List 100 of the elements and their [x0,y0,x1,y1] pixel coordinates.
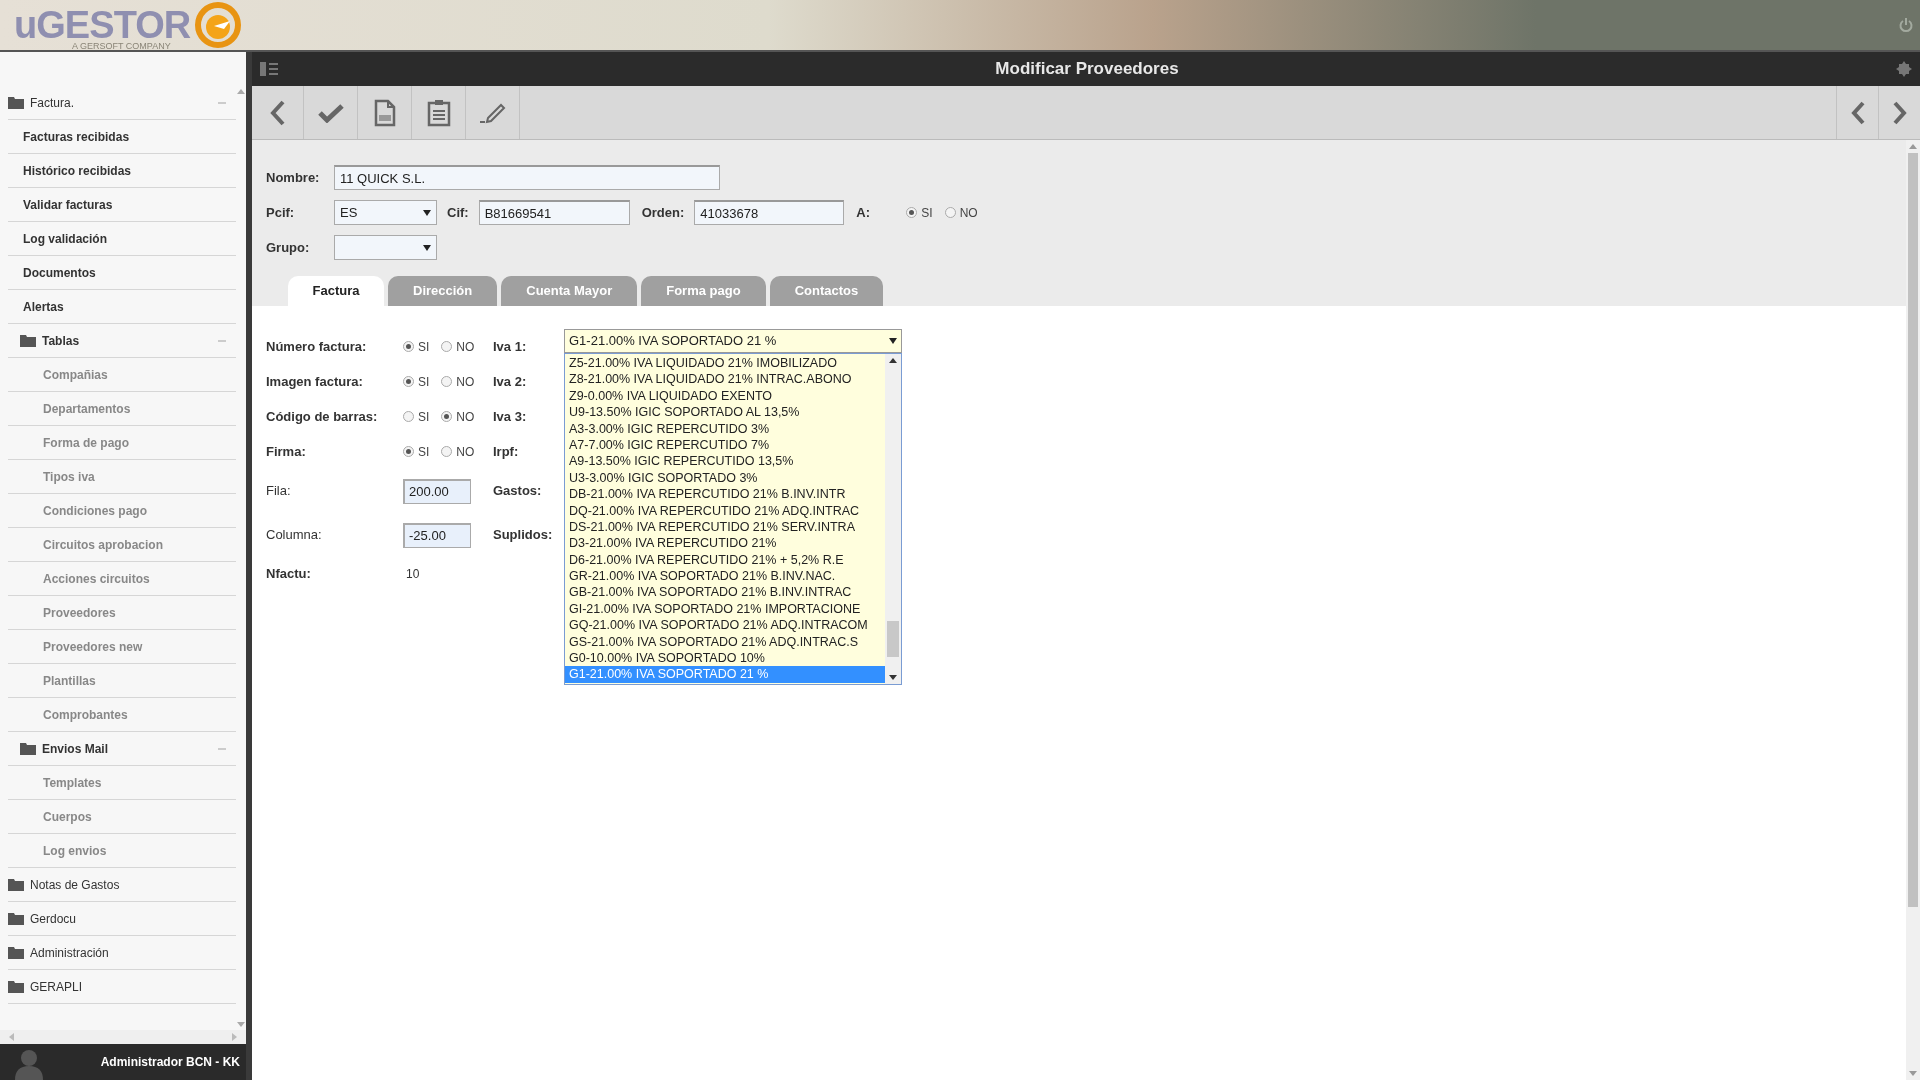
country-select[interactable]: ES [334,200,437,225]
dropdown-option[interactable]: GQ-21.00% IVA SOPORTADO 21% ADQ.INTRACOM [565,617,885,634]
dropdown-arrow-icon [889,338,897,344]
folder-icon [8,980,24,993]
move-icon[interactable] [1896,61,1912,77]
radio-button[interactable] [441,376,453,387]
order-input[interactable]: 41033678 [694,200,845,225]
scroll-up-icon[interactable] [889,358,897,363]
sidebar-folder[interactable]: GERAPLI [8,970,236,1004]
dropdown-option[interactable]: G0-10.00% IVA SOPORTADO 10% [565,650,885,667]
dropdown-option[interactable]: GR-21.00% IVA SOPORTADO 21% B.INV.NAC. [565,568,885,585]
field-label: A: [856,203,871,222]
field-label: Imagen factura: [266,372,364,391]
name-input[interactable]: 11 QUICK S.L. [334,165,720,190]
dropdown-option[interactable]: DS-21.00% IVA REPERCUTIDO 21% SERV.INTRA [565,518,885,536]
sidebar-toggle-icon[interactable] [260,62,278,76]
sidebar-item[interactable]: Documentos [8,256,236,290]
radio-option[interactable]: NO [441,337,475,356]
sidebar-item[interactable]: Facturas recibidas [8,120,236,154]
dropdown-option[interactable]: Z5-21.00% IVA LIQUIDADO 21% IMOBILIZADO [565,355,885,372]
radio-button[interactable] [403,446,414,457]
scroll-down-icon[interactable] [889,674,897,680]
field-label: Irpf: [493,442,519,461]
sidebar-folder[interactable]: Notas de Gastos [8,868,236,902]
radio-option[interactable]: SI [403,372,430,391]
scrollbar-thumb[interactable] [887,620,899,657]
dropdown-option[interactable]: U3-3.00% IGIC SOPORTADO 3% [565,469,885,487]
dropdown-arrow-icon [423,244,431,251]
radio-option[interactable]: NO [441,407,475,426]
field-label: Fila: [266,482,292,501]
scrollbar-thumb[interactable] [1908,153,1918,907]
radio-button[interactable] [441,341,453,352]
chevron-right-icon [1892,100,1907,125]
field-label: Grupo: [266,238,311,257]
field-label: Gastos: [493,482,542,501]
page-scrollbar[interactable] [1906,140,1920,1080]
dropdown-option[interactable]: D6-21.00% IVA REPERCUTIDO 21% + 5,2% R.E [565,551,885,569]
collapse-icon[interactable] [218,747,226,750]
dropdown-option[interactable]: A9-13.50% IGIC REPERCUTIDO 13,5% [565,453,885,470]
radio-option[interactable]: NO [944,203,978,222]
sidebar-item[interactable]: Histórico recibidas [8,154,236,188]
radio-option[interactable]: SI [403,407,430,426]
power-icon[interactable] [1898,17,1914,33]
list-scrollbar[interactable] [885,354,901,684]
folder-icon [8,96,24,109]
folder-icon [20,742,36,755]
sidebar-item[interactable]: Log validación [8,222,236,256]
collapse-icon[interactable] [218,101,226,104]
cif-input[interactable]: B81669541 [478,200,630,225]
iva-select[interactable]: G1-21.00% IVA SOPORTADO 21 % [564,329,902,353]
dropdown-option[interactable]: GB-21.00% IVA SOPORTADO 21% B.INV.INTRAC [565,584,885,601]
radio-button[interactable] [944,207,956,218]
tab[interactable]: Factura [288,276,384,306]
sidebar-folder[interactable]: Administración [8,936,236,970]
window-title: Modificar Proveedores [995,58,1179,81]
radio-option[interactable]: NO [441,442,475,461]
collapse-icon[interactable] [218,339,226,342]
dropdown-option[interactable]: Z9-0.00% IVA LIQUIDADO EXENTO [565,387,885,405]
radio-option[interactable]: SI [403,442,430,461]
field-value: 10 [405,566,420,583]
radio-button[interactable] [403,341,414,352]
radio-button[interactable] [441,411,453,422]
field-label: Pcif: [266,203,296,222]
dropdown-option[interactable]: DB-21.00% IVA REPERCUTIDO 21% B.INV.INTR [565,486,885,503]
dropdown-option[interactable]: U9-13.50% IGIC SOPORTADO AL 13,5% [565,404,885,421]
field-label: Cif: [447,203,469,222]
number-input[interactable]: 200.00 [403,478,471,504]
checkmark-icon [317,102,344,123]
user-name[interactable]: Administrador BCN - KK [100,1053,240,1071]
scroll-right-icon[interactable] [232,1033,238,1041]
dropdown-option[interactable]: DQ-21.00% IVA REPERCUTIDO 21% ADQ.INTRAC [565,502,885,519]
radio-button[interactable] [906,207,918,218]
sidebar-item[interactable]: Alertas [8,290,236,324]
dropdown-option[interactable]: A7-7.00% IGIC REPERCUTIDO 7% [565,436,885,454]
dropdown-option[interactable]: A3-3.00% IGIC REPERCUTIDO 3% [565,420,885,437]
folder-icon [8,878,24,891]
sidebar-folder[interactable]: Gerdocu [8,902,236,936]
field-label: Nfactu: [266,565,312,584]
sidebar-folder[interactable]: Factura. [8,86,236,120]
radio-option[interactable]: SI [403,337,430,356]
scroll-left-icon[interactable] [8,1033,14,1041]
field-label: Iva 2: [493,372,527,391]
number-input[interactable]: -25.00 [403,522,471,548]
radio-option[interactable]: SI [906,203,933,222]
radio-button[interactable] [403,376,414,387]
radio-button[interactable] [441,446,453,457]
field-label: Columna: [266,526,323,545]
radio-button[interactable] [403,411,414,422]
field-label: Suplidos: [493,526,553,545]
sidebar-folder[interactable]: Envios Mail [8,732,236,766]
dropdown-option[interactable]: D3-21.00% IVA REPERCUTIDO 21% [565,535,885,552]
dropdown-option[interactable]: GI-21.00% IVA SOPORTADO 21% IMPORTACIONE [565,600,885,618]
user-avatar-icon[interactable] [14,1048,44,1080]
dropdown-option[interactable]: Z8-21.00% IVA LIQUIDADO 21% INTRAC.ABONO [565,371,885,388]
sidebar-item[interactable]: Validar facturas [8,188,236,222]
group-select[interactable] [334,235,437,260]
dropdown-option[interactable]: GS-21.00% IVA SOPORTADO 21% ADQ.INTRAC.S [565,633,885,651]
dropdown-arrow-icon [423,209,431,216]
radio-option[interactable]: NO [441,372,475,391]
sidebar-folder[interactable]: Tablas [8,324,236,358]
